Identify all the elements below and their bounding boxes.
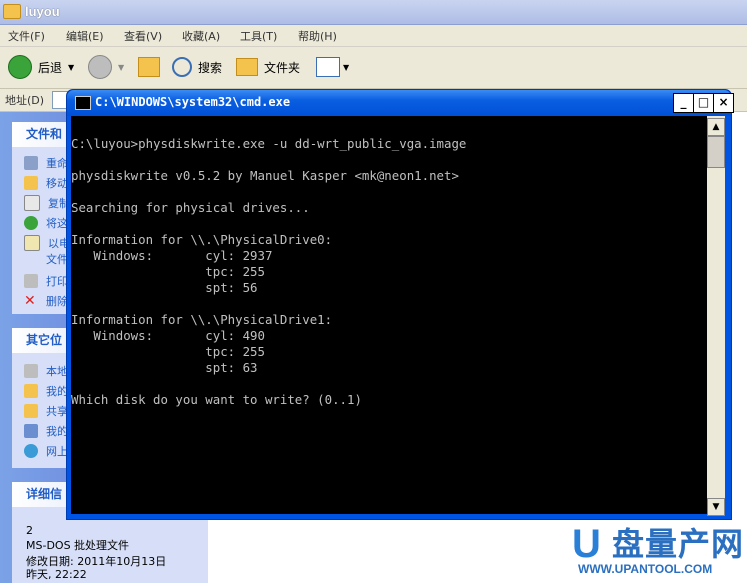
place-network[interactable]: 网上 (24, 442, 68, 459)
folders-button[interactable]: 文件夹 (236, 55, 300, 79)
console-line: Searching for physical drives... (71, 200, 310, 215)
network-icon (24, 443, 38, 458)
delete-icon: ✕ (24, 292, 36, 309)
back-button[interactable]: 后退 ▼ (8, 55, 74, 79)
console-scrollbar[interactable]: ▲ ▼ (707, 116, 725, 516)
menu-favorites[interactable]: 收藏(A) (182, 28, 220, 44)
folder-icon (24, 403, 38, 418)
task-print[interactable]: 打印 (24, 272, 68, 289)
chevron-down-icon: ▼ (68, 62, 75, 72)
place-my-computer[interactable]: 我的 (24, 422, 68, 439)
watermark-text: 盘量产网 (612, 525, 745, 563)
cmd-title: C:\WINDOWS\system32\cmd.exe (95, 95, 291, 109)
console-line: C:\luyou>physdiskwrite.exe -u dd-wrt_pub… (71, 136, 467, 151)
printer-icon (24, 273, 38, 288)
address-label: 地址(D) (5, 94, 45, 107)
task-email[interactable]: 以电 (24, 234, 70, 251)
menu-edit[interactable]: 编辑(E) (66, 28, 104, 44)
views-button[interactable]: ▼ (316, 55, 349, 79)
chevron-down-icon: ▼ (343, 62, 350, 72)
explorer-title-bar[interactable]: luyou (0, 0, 747, 25)
console-line: spt: 63 (71, 360, 258, 375)
folder-icon (3, 4, 21, 19)
watermark-url: WWW.UPANTOOL.COM (578, 562, 713, 576)
forward-button[interactable]: ▼ (88, 55, 124, 79)
details-name: 2 (26, 524, 33, 537)
up-folder-button[interactable] (138, 55, 160, 79)
up-folder-icon (138, 57, 160, 77)
maximize-button[interactable]: □ (693, 93, 714, 113)
folders-label: 文件夹 (264, 60, 301, 75)
console-line: Windows: cyl: 2937 (71, 248, 273, 263)
copy-icon (24, 194, 40, 211)
console-line: Which disk do you want to write? (0..1) (71, 392, 362, 407)
forward-arrow-icon (88, 55, 112, 79)
folder-icon (24, 383, 38, 398)
task-publish[interactable]: 将这 (24, 214, 68, 231)
move-icon (24, 175, 38, 190)
menu-help[interactable]: 帮助(H) (298, 28, 337, 44)
task-rename[interactable]: 重命 (24, 154, 68, 171)
cmd-window: C:\WINDOWS\system32\cmd.exe _ □ × C:\luy… (66, 89, 734, 520)
place-my-documents[interactable]: 我的 (24, 382, 68, 399)
views-icon (316, 57, 340, 77)
search-label: 搜索 (198, 60, 223, 75)
rename-icon (24, 155, 38, 170)
menu-bar: 文件(F) 编辑(E) 查看(V) 收藏(A) 工具(T) 帮助(H) (0, 25, 747, 47)
watermark-u-logo: U (572, 522, 601, 566)
console-output[interactable]: C:\luyou>physdiskwrite.exe -u dd-wrt_pub… (71, 116, 707, 514)
console-line: tpc: 255 (71, 344, 265, 359)
watermark-logo: U 盘量产网 WWW.UPANTOOL.COM (572, 524, 744, 580)
scroll-thumb[interactable] (707, 136, 725, 168)
email-icon (24, 234, 40, 251)
chevron-down-icon: ▼ (118, 62, 125, 72)
minimize-button[interactable]: _ (673, 93, 694, 113)
explorer-title: luyou (25, 4, 60, 19)
back-label: 后退 (38, 60, 63, 75)
console-line: spt: 56 (71, 280, 258, 295)
menu-view[interactable]: 查看(V) (124, 28, 162, 44)
drive-icon (24, 363, 38, 378)
menu-tools[interactable]: 工具(T) (240, 28, 277, 44)
cmd-icon (75, 96, 91, 110)
console-line: Information for \\.\PhysicalDrive1: (71, 312, 333, 327)
back-arrow-icon (8, 55, 32, 79)
task-copy[interactable]: 复制 (24, 194, 70, 211)
task-delete[interactable]: ✕ 删除 (24, 292, 68, 309)
place-local-disk[interactable]: 本地 (24, 362, 68, 379)
cmd-title-bar[interactable]: C:\WINDOWS\system32\cmd.exe _ □ × (67, 90, 734, 116)
search-icon (172, 57, 192, 77)
details-time: 昨天, 22:22 (26, 568, 87, 581)
task-email-cont[interactable]: 文件 (46, 250, 68, 267)
scroll-up-arrow-icon[interactable]: ▲ (707, 118, 725, 136)
scroll-down-arrow-icon[interactable]: ▼ (707, 498, 725, 516)
place-shared-documents[interactable]: 共享 (24, 402, 68, 419)
search-button[interactable]: 搜索 (172, 55, 222, 79)
close-button[interactable]: × (713, 93, 734, 113)
computer-icon (24, 423, 38, 438)
toolbar: 后退 ▼ ▼ 搜索 文件夹 ▼ (0, 47, 747, 89)
folders-icon (236, 58, 258, 76)
task-move[interactable]: 移动 (24, 174, 68, 191)
details-type: MS-DOS 批处理文件 (26, 539, 130, 552)
console-line: Windows: cyl: 490 (71, 328, 265, 343)
globe-icon (24, 215, 38, 230)
console-line: tpc: 255 (71, 264, 265, 279)
console-line: Information for \\.\PhysicalDrive0: (71, 232, 333, 247)
menu-file[interactable]: 文件(F) (8, 28, 45, 44)
console-line: physdiskwrite v0.5.2 by Manuel Kasper <m… (71, 168, 459, 183)
